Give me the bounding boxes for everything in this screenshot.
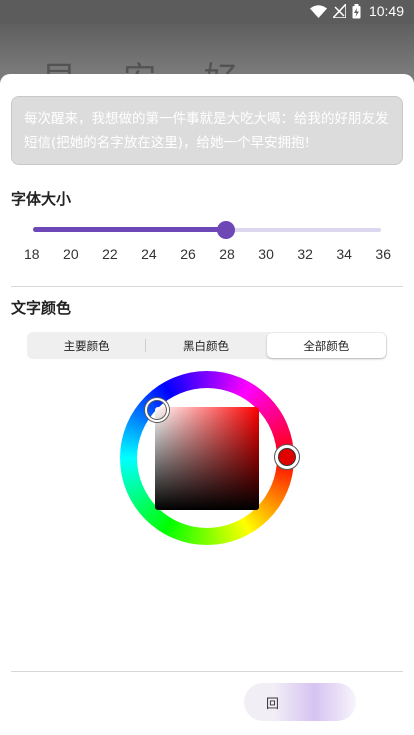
tick-label: 36 bbox=[375, 246, 391, 262]
confirm-button[interactable]: 回 bbox=[244, 683, 356, 721]
saturation-value-square[interactable] bbox=[155, 407, 259, 510]
slider-fill bbox=[33, 227, 226, 232]
tick-label: 18 bbox=[24, 246, 40, 262]
font-size-ticks: 18 20 22 24 26 28 30 32 34 36 bbox=[24, 246, 391, 262]
tick-label: 30 bbox=[258, 246, 274, 262]
tab-main-colors[interactable]: 主要颜色 bbox=[27, 332, 147, 359]
status-icons: 10:49 bbox=[309, 3, 404, 19]
tick-label: 32 bbox=[297, 246, 313, 262]
tick-label: 34 bbox=[336, 246, 352, 262]
slider-thumb[interactable] bbox=[217, 221, 235, 239]
tick-label: 20 bbox=[63, 246, 79, 262]
hue-handle[interactable] bbox=[274, 444, 300, 470]
text-preview[interactable]: 每次醒来，我想做的第一件事就是大吃大喝：给我的好朋友发短信(把她的名字放在这里)… bbox=[11, 96, 403, 165]
tick-label: 22 bbox=[102, 246, 118, 262]
confirm-button-label: 回 bbox=[266, 696, 280, 712]
text-color-title: 文字颜色 bbox=[11, 299, 72, 317]
signal-off-icon bbox=[332, 4, 346, 18]
color-picker bbox=[120, 371, 300, 545]
color-mode-tabs: 主要颜色 黑白颜色 全部颜色 bbox=[27, 332, 387, 359]
tab-all-colors[interactable]: 全部颜色 bbox=[266, 333, 386, 358]
clock-time: 10:49 bbox=[368, 3, 404, 19]
font-size-title: 字体大小 bbox=[11, 190, 72, 208]
font-size-slider[interactable] bbox=[33, 221, 381, 239]
tick-label: 26 bbox=[180, 246, 196, 262]
tick-label: 28 bbox=[219, 246, 235, 262]
tab-black-white-colors[interactable]: 黑白颜色 bbox=[146, 332, 265, 359]
status-bar: 10:49 bbox=[0, 0, 414, 24]
saturation-value-handle[interactable] bbox=[145, 398, 169, 422]
battery-charging-icon bbox=[352, 3, 361, 18]
wifi-icon bbox=[309, 4, 327, 18]
divider bbox=[11, 671, 403, 672]
tick-label: 24 bbox=[141, 246, 157, 262]
divider bbox=[11, 286, 403, 287]
text-settings-sheet: 每次醒来，我想做的第一件事就是大吃大喝：给我的好朋友发短信(把她的名字放在这里)… bbox=[0, 74, 414, 735]
